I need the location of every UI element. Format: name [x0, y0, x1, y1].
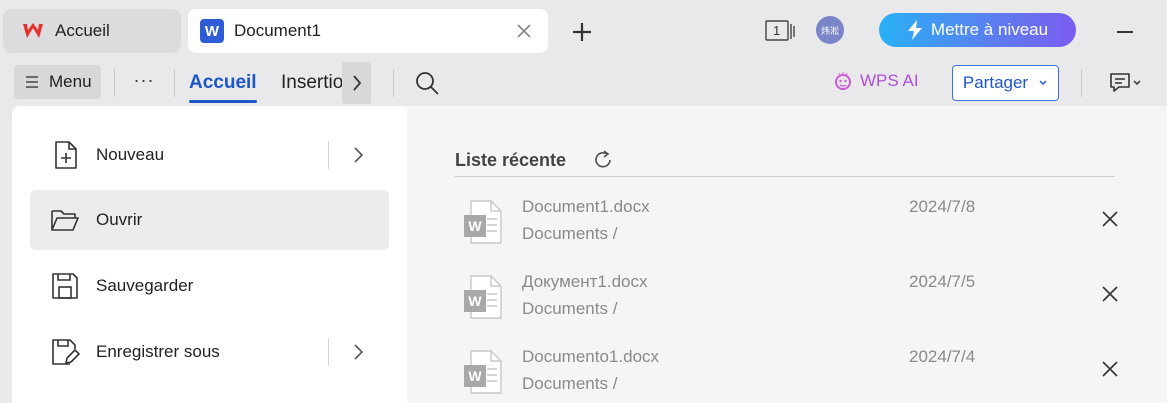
- menu-item-divider: [328, 141, 329, 169]
- window-count-indicator[interactable]: 1: [765, 20, 797, 42]
- save-icon: [52, 273, 78, 299]
- tab-home-label: Accueil: [55, 21, 110, 40]
- more-options-button[interactable]: ···: [130, 70, 158, 94]
- svg-text:W: W: [468, 218, 482, 234]
- menu-item-save[interactable]: Sauvegarder: [30, 256, 389, 316]
- recent-file-name: Documento1.docx: [522, 347, 660, 366]
- recent-file-row[interactable]: W Document1.docx Documents / 2024/7/8: [455, 197, 1135, 257]
- writer-logo-icon: W: [200, 19, 224, 43]
- refresh-icon[interactable]: [592, 149, 614, 171]
- remove-recent-icon[interactable]: [1100, 284, 1120, 304]
- recent-file-date: 2024/7/4: [909, 347, 976, 366]
- recent-file-row[interactable]: W Документ1.docx Documents / 2024/7/5: [455, 272, 1135, 332]
- lightning-icon: [907, 20, 922, 40]
- menu-item-save-label: Sauvegarder: [96, 276, 194, 295]
- share-button-label: Partager: [962, 73, 1029, 92]
- wps-logo-icon: [23, 23, 43, 38]
- user-avatar[interactable]: 炜淞: [816, 16, 844, 44]
- recent-list-divider: [455, 176, 1115, 177]
- toolbar-divider: [114, 69, 115, 97]
- docx-file-icon: W: [464, 275, 502, 319]
- menu-item-divider: [328, 338, 329, 366]
- menu-item-new[interactable]: Nouveau: [30, 125, 389, 185]
- chevron-right-icon[interactable]: [350, 342, 366, 362]
- recent-file-name: Документ1.docx: [522, 272, 648, 291]
- wps-ai-label: WPS AI: [860, 71, 919, 90]
- share-button[interactable]: Partager: [952, 65, 1059, 101]
- docx-file-icon: W: [464, 200, 502, 244]
- wps-ai-icon: [835, 72, 851, 90]
- svg-text:W: W: [468, 368, 482, 384]
- menu-item-save-as-label: Enregistrer sous: [96, 342, 220, 361]
- close-tab-icon[interactable]: [514, 21, 534, 41]
- window-count-icon: [765, 20, 795, 41]
- recent-files-panel: Liste récente W Document1.docx Documents…: [407, 106, 1167, 403]
- ribbon-scroll-right-button[interactable]: [342, 62, 371, 104]
- upgrade-button-label: Mettre à niveau: [930, 20, 1049, 39]
- window-count: 1: [773, 23, 781, 38]
- ribbon-tab-insert-label: Insertion: [281, 72, 343, 93]
- tab-document-label: Document1: [234, 21, 321, 40]
- remove-recent-icon[interactable]: [1100, 359, 1120, 379]
- recent-file-row[interactable]: W Documento1.docx Documents / 2024/7/4: [455, 347, 1135, 403]
- menu-button-label: Menu: [49, 72, 92, 91]
- recent-file-date: 2024/7/5: [909, 272, 976, 291]
- tab-document[interactable]: W Document1: [188, 9, 548, 53]
- chevron-down-icon: [1039, 80, 1047, 85]
- new-tab-plus-icon[interactable]: [570, 20, 594, 44]
- recent-file-date: 2024/7/8: [909, 197, 976, 216]
- tab-home[interactable]: Accueil: [3, 9, 181, 53]
- ribbon-toolbar: Menu ··· Accueil Insertion WPS AI Partag…: [0, 60, 1167, 106]
- recent-file-name: Document1.docx: [522, 197, 650, 216]
- menu-item-open-label: Ouvrir: [96, 210, 143, 229]
- file-menu-panel: Nouveau Ouvrir Sauvegarder Enregistrer s…: [12, 106, 407, 403]
- toolbar-divider: [393, 69, 394, 97]
- ribbon-tab-home[interactable]: Accueil: [189, 72, 257, 94]
- chevron-right-icon: [352, 75, 361, 91]
- minimize-window-icon[interactable]: [1117, 31, 1133, 33]
- svg-text:W: W: [468, 293, 482, 309]
- remove-recent-icon[interactable]: [1100, 209, 1120, 229]
- open-folder-icon: [51, 210, 79, 231]
- comment-icon[interactable]: [1107, 70, 1145, 96]
- menu-item-new-label: Nouveau: [96, 145, 165, 164]
- hamburger-icon: [26, 76, 38, 88]
- save-as-icon: [52, 339, 80, 365]
- recent-file-path: Documents /: [522, 224, 618, 243]
- upgrade-button[interactable]: Mettre à niveau: [879, 13, 1076, 47]
- toolbar-divider: [174, 69, 175, 97]
- recent-file-path: Documents /: [522, 299, 618, 318]
- menu-item-open[interactable]: Ouvrir: [30, 190, 389, 250]
- menu-item-save-as[interactable]: Enregistrer sous: [30, 322, 389, 382]
- menu-button[interactable]: Menu: [14, 65, 101, 99]
- search-icon[interactable]: [414, 70, 440, 96]
- active-tab-indicator: [189, 100, 257, 103]
- recent-list-title: Liste récente: [455, 150, 567, 170]
- toolbar-divider: [1081, 69, 1082, 97]
- new-file-icon: [55, 141, 77, 169]
- docx-file-icon: W: [464, 350, 502, 394]
- ribbon-tab-insert[interactable]: Insertion: [281, 72, 343, 98]
- chevron-right-icon[interactable]: [350, 145, 366, 165]
- wps-ai-button[interactable]: WPS AI: [834, 71, 919, 91]
- title-bar: Accueil W Document1 1 炜淞 Mettre à niveau: [0, 0, 1167, 60]
- recent-file-path: Documents /: [522, 374, 618, 393]
